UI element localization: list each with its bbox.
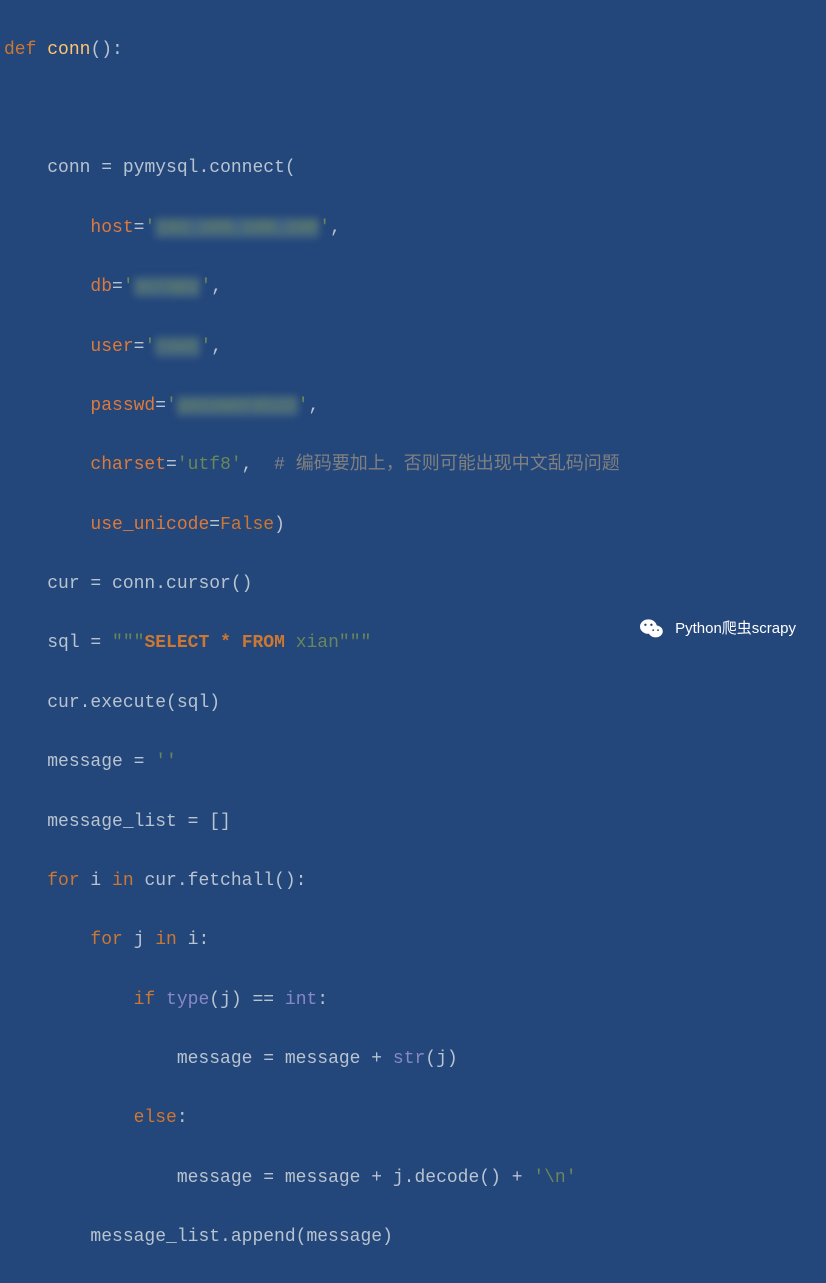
keyword-for: for <box>90 930 122 950</box>
comma: , <box>211 277 222 297</box>
watermark-text: Python爬虫scrapy <box>675 617 796 642</box>
empty-string: '' <box>155 752 177 772</box>
eq: = <box>90 158 122 178</box>
eq: = <box>123 752 155 772</box>
q: ' <box>166 396 177 416</box>
q: ' <box>200 277 211 297</box>
keyword-false: False <box>220 515 274 535</box>
code-editor[interactable]: def conn(): conn = pymysql.connect( host… <box>4 6 826 1283</box>
db-value-redacted: scrapy <box>134 277 201 297</box>
builtin-str: str <box>393 1049 425 1069</box>
var-sql: sql <box>47 633 79 653</box>
append-call: message_list.append(message) <box>90 1227 392 1247</box>
param-passwd: passwd <box>90 396 155 416</box>
pymysql: pymysql <box>123 158 199 178</box>
eq: = <box>134 218 145 238</box>
q: ' <box>144 218 155 238</box>
q: ' <box>144 337 155 357</box>
colon: : <box>177 1108 188 1128</box>
var-message: message <box>177 1168 253 1188</box>
concat-decode: = message + j.decode() + <box>252 1168 533 1188</box>
var-message: message <box>47 752 123 772</box>
close-paren: ) <box>274 515 285 535</box>
q: ' <box>123 277 134 297</box>
q: ' <box>298 396 309 416</box>
eq: = <box>112 277 123 297</box>
builtin-type: type <box>166 990 209 1010</box>
connect: .connect( <box>198 158 295 178</box>
watermark: Python爬虫scrapy <box>637 614 796 644</box>
user-value-redacted: root <box>155 337 200 357</box>
comma: , <box>242 455 253 475</box>
keyword-in: in <box>155 930 177 950</box>
var-conn: conn <box>47 158 90 178</box>
wechat-icon <box>637 614 667 644</box>
sql-from: FROM <box>242 633 285 653</box>
param-host: host <box>90 218 133 238</box>
comma: , <box>309 396 320 416</box>
type-check: (j) == <box>209 990 285 1010</box>
var-i: i <box>80 871 112 891</box>
eq: = <box>209 515 220 535</box>
function-name: conn <box>47 40 90 60</box>
q: ' <box>200 337 211 357</box>
sql-table: xian <box>285 633 339 653</box>
keyword-if: if <box>134 990 156 1010</box>
sp <box>209 633 220 653</box>
comma: , <box>211 337 222 357</box>
paren: (): <box>90 40 122 60</box>
execute-call: cur.execute(sql) <box>47 693 220 713</box>
sql-star: * <box>220 633 231 653</box>
keyword-else: else <box>134 1108 177 1128</box>
var-message: message <box>177 1049 253 1069</box>
eq: = <box>80 633 112 653</box>
param-db: db <box>90 277 112 297</box>
charset-value: 'utf8' <box>177 455 242 475</box>
cursor-call: = conn.cursor() <box>80 574 253 594</box>
param-user: user <box>90 337 133 357</box>
sp <box>231 633 242 653</box>
newline-string: '\n' <box>533 1168 576 1188</box>
builtin-int: int <box>285 990 317 1010</box>
comment-encoding: # 编码要加上，否则可能出现中文乱码问题 <box>252 455 619 475</box>
in-i: i: <box>177 930 209 950</box>
comma: , <box>330 218 341 238</box>
keyword-in: in <box>112 871 134 891</box>
param-use-unicode: use_unicode <box>90 515 209 535</box>
eq: = <box>134 337 145 357</box>
keyword-for: for <box>47 871 79 891</box>
var-cur: cur <box>47 574 79 594</box>
fetchall: cur.fetchall(): <box>134 871 307 891</box>
sql-select: SELECT <box>144 633 209 653</box>
colon: : <box>317 990 328 1010</box>
eq: = <box>155 396 166 416</box>
concat: = message + <box>252 1049 392 1069</box>
message-list-init: message_list = [] <box>47 812 231 832</box>
sp <box>155 990 166 1010</box>
passwd-value-redacted: password123 <box>177 396 298 416</box>
eq: = <box>166 455 177 475</box>
triple-quote: """ <box>112 633 144 653</box>
var-j: j <box>123 930 155 950</box>
keyword-def: def <box>4 40 47 60</box>
str-j: (j) <box>425 1049 457 1069</box>
q: ' <box>319 218 330 238</box>
triple-quote: """ <box>339 633 371 653</box>
param-charset: charset <box>90 455 166 475</box>
host-value-redacted: 192.168.100.100 <box>155 218 319 238</box>
